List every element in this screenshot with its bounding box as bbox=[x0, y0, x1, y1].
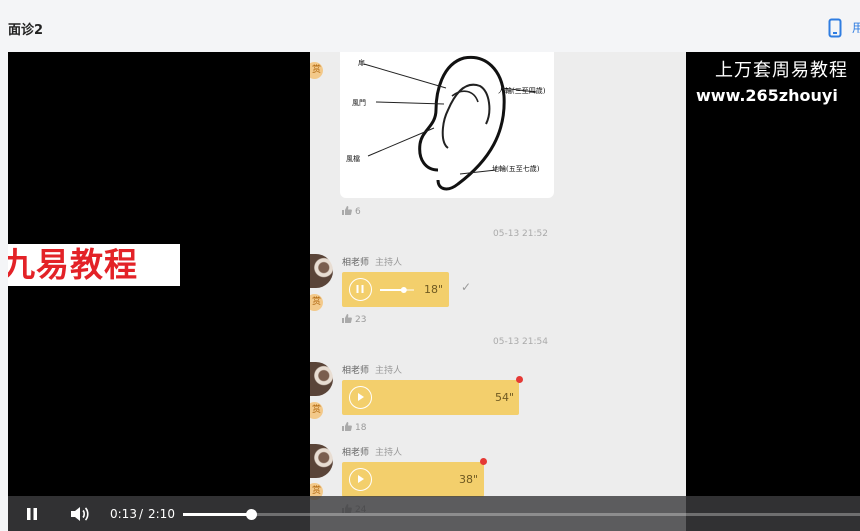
voice-message[interactable]: 54" bbox=[342, 380, 519, 415]
mobile-phone-icon[interactable] bbox=[828, 18, 842, 38]
current-time: 0:13 bbox=[110, 507, 137, 521]
read-check-icon: ✓ bbox=[461, 280, 472, 294]
watermark-right-url: www.265zhouyi bbox=[696, 86, 838, 105]
reward-badge[interactable]: 赏 bbox=[310, 402, 323, 419]
voice-duration: 54" bbox=[495, 391, 515, 404]
top-bar: 面诊2 用 bbox=[0, 0, 860, 52]
pause-icon[interactable] bbox=[24, 506, 40, 522]
ear-diagram-card: 扉 風門 風檔 人輪(三至四歲) 地輪(五至七歲) bbox=[340, 52, 554, 198]
unread-indicator bbox=[480, 458, 487, 465]
ear-label-lobe: 風檔 bbox=[346, 155, 360, 163]
voice-pause-button[interactable] bbox=[349, 278, 372, 301]
voice-playback-progress[interactable] bbox=[380, 287, 418, 293]
like-count[interactable]: 18 bbox=[342, 422, 366, 433]
thumbs-up-icon bbox=[342, 422, 352, 431]
avatar[interactable] bbox=[310, 254, 333, 288]
voice-duration: 18" bbox=[424, 283, 444, 296]
watermark-left: 九易教程 bbox=[8, 244, 180, 286]
ear-label-wind-gate: 風門 bbox=[352, 99, 366, 107]
thumbs-up-icon bbox=[342, 314, 352, 323]
like-count[interactable]: 6 bbox=[342, 206, 361, 217]
total-duration: 2:10 bbox=[148, 507, 175, 521]
progress-handle[interactable] bbox=[245, 509, 257, 520]
reward-badge[interactable]: 赏 bbox=[310, 294, 323, 311]
progress-fill bbox=[183, 513, 251, 516]
voice-message[interactable]: 18" bbox=[342, 272, 449, 307]
sender-name: 相老师 主持人 bbox=[342, 366, 403, 376]
sender-name: 相老师 主持人 bbox=[342, 258, 403, 268]
ear-label-helix: 人輪(三至四歲) bbox=[498, 87, 546, 95]
ear-label-earth: 地輪(五至七歲) bbox=[492, 165, 540, 173]
message-timestamp: 05-13 21:54 bbox=[493, 337, 548, 347]
pause-icon bbox=[356, 285, 364, 293]
avatar[interactable] bbox=[310, 444, 333, 478]
ear-diagram bbox=[363, 55, 537, 191]
voice-message[interactable]: 38" bbox=[342, 462, 484, 497]
reward-badge[interactable]: 赏 bbox=[310, 62, 323, 79]
player-controls: 0:13 / 2:10 bbox=[8, 496, 860, 531]
voice-play-button[interactable] bbox=[349, 386, 372, 409]
voice-play-button[interactable] bbox=[349, 468, 372, 491]
progress-bar[interactable] bbox=[183, 509, 860, 520]
volume-icon[interactable] bbox=[70, 505, 90, 523]
play-icon bbox=[358, 393, 364, 401]
video-frame-chat: 扉 風門 風檔 人輪(三至四歲) 地輪(五至七歲) 赏 6 05-13 21:5… bbox=[310, 52, 686, 531]
page-title: 面诊2 bbox=[8, 23, 44, 38]
time-separator: / bbox=[139, 507, 144, 521]
play-icon bbox=[358, 475, 364, 483]
avatar[interactable] bbox=[310, 362, 333, 396]
voice-duration: 38" bbox=[459, 473, 479, 486]
thumbs-up-icon bbox=[342, 206, 352, 215]
like-count[interactable]: 23 bbox=[342, 314, 366, 325]
unread-indicator bbox=[516, 376, 523, 383]
mobile-view-label[interactable]: 用 bbox=[852, 19, 860, 36]
watermark-right-title: 上万套周易教程 bbox=[715, 60, 848, 81]
message-timestamp: 05-13 21:52 bbox=[493, 229, 548, 239]
video-player[interactable]: 扉 風門 風檔 人輪(三至四歲) 地輪(五至七歲) 赏 6 05-13 21:5… bbox=[8, 52, 860, 531]
sender-name: 相老师 主持人 bbox=[342, 448, 403, 458]
ear-label-top: 扉 bbox=[358, 59, 365, 67]
